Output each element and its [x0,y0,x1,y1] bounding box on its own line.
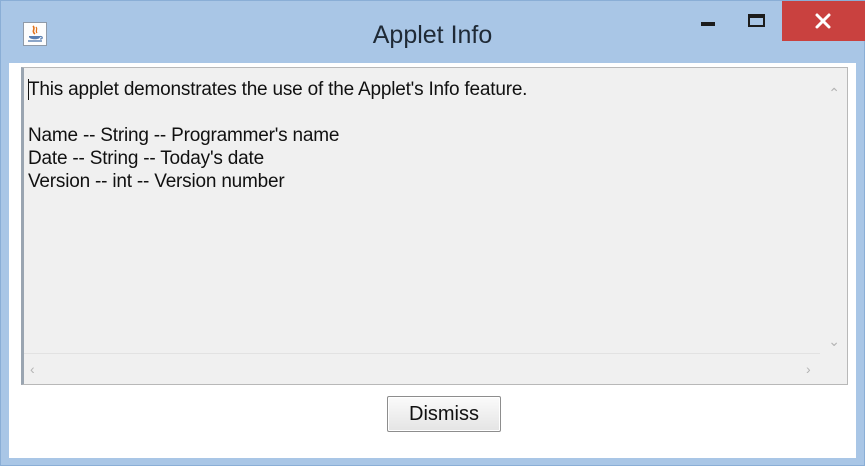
maximize-icon [748,14,765,27]
info-line: Date -- String -- Today's date [28,148,264,169]
scrollbar-corner [821,354,847,384]
info-text: This applet demonstrates the use of the … [28,78,527,193]
horizontal-scrollbar[interactable]: ‹ › [24,353,820,384]
dismiss-button[interactable]: Dismiss [387,396,501,432]
chevron-left-icon[interactable]: ‹ [30,362,35,376]
maximize-button[interactable] [736,1,780,39]
close-button[interactable] [782,1,865,41]
chevron-right-icon[interactable]: › [806,362,811,376]
info-text-area[interactable]: This applet demonstrates the use of the … [21,67,848,385]
chevron-down-icon[interactable]: ⌄ [828,334,840,348]
info-line: Version -- int -- Version number [28,171,285,192]
applet-info-window: Applet Info This applet demonstrates the… [0,0,865,466]
close-icon [815,13,831,29]
info-line [28,101,527,124]
vertical-scrollbar[interactable]: ⌃ ⌄ [821,68,847,354]
minimize-button[interactable] [689,1,729,39]
info-line: This applet demonstrates the use of the … [28,79,528,100]
title-bar[interactable]: Applet Info [1,1,865,63]
chevron-up-icon[interactable]: ⌃ [828,86,840,100]
dialog-content: This applet demonstrates the use of the … [9,63,856,458]
info-line: Name -- String -- Programmer's name [28,125,340,146]
minimize-icon [701,22,715,26]
window-title: Applet Info [372,21,493,49]
